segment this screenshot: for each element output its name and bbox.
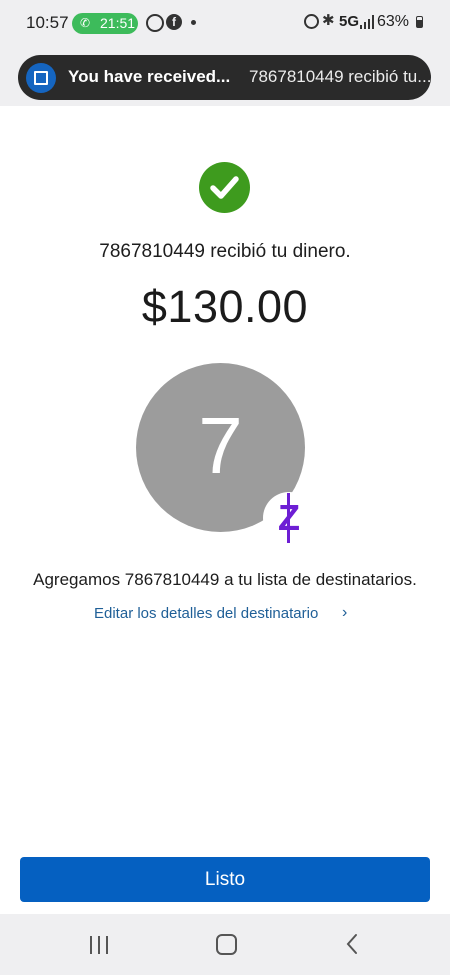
dot-icon bbox=[191, 20, 196, 25]
recents-icon[interactable] bbox=[90, 936, 110, 954]
phone-icon: ✆ bbox=[80, 16, 91, 30]
alarm-icon bbox=[304, 14, 319, 29]
facebook-icon: f bbox=[166, 14, 182, 30]
done-button[interactable]: Listo bbox=[20, 857, 430, 902]
edit-recipient-link[interactable]: Editar los detalles del destinatario bbox=[94, 605, 318, 622]
chevron-right-icon[interactable]: › bbox=[342, 604, 347, 622]
notification-title: You have received... bbox=[68, 67, 231, 86]
checkmark-icon bbox=[199, 162, 250, 213]
whatsapp-icon bbox=[146, 14, 164, 32]
status-bar: 10:57 ✆ 21:51 f ✱ 5G 63% bbox=[0, 0, 450, 46]
battery-percent: 63% bbox=[377, 13, 410, 30]
battery-icon bbox=[416, 16, 423, 28]
notification-body: 7867810449 recibió tu... bbox=[249, 67, 432, 86]
chase-logo-icon bbox=[26, 63, 56, 93]
zelle-badge-icon: Z bbox=[263, 492, 315, 544]
call-indicator[interactable]: ✆ 21:51 bbox=[72, 13, 138, 34]
avatar-initial: 7 bbox=[198, 401, 243, 490]
notification-banner[interactable]: You have received... 7867810449 recibió … bbox=[18, 55, 431, 100]
back-icon[interactable] bbox=[344, 932, 360, 956]
network-type: 5G bbox=[339, 13, 360, 30]
zelle-logo: Z bbox=[263, 493, 315, 543]
signal-icon bbox=[360, 15, 374, 29]
home-icon[interactable] bbox=[216, 934, 237, 955]
added-recipient-message: Agregamos 7867810449 a tu lista de desti… bbox=[33, 570, 417, 589]
confirmation-message: 7867810449 recibió tu dinero. bbox=[99, 241, 351, 262]
bluetooth-icon: ✱ bbox=[322, 12, 335, 29]
status-time: 10:57 bbox=[26, 13, 69, 32]
system-nav-bar bbox=[0, 914, 450, 975]
call-timer: 21:51 bbox=[100, 15, 136, 31]
top-area: 10:57 ✆ 21:51 f ✱ 5G 63% You have receiv… bbox=[0, 0, 450, 106]
amount-sent: $130.00 bbox=[141, 281, 309, 332]
